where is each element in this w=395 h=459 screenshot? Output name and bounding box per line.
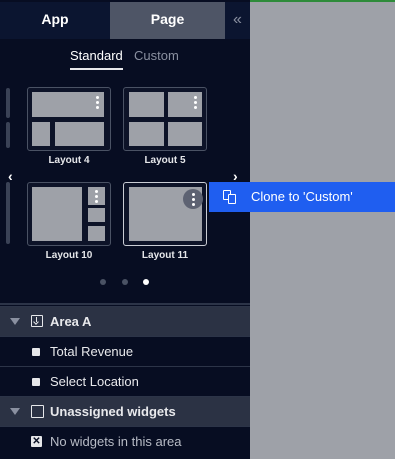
layout-card-11[interactable] — [123, 182, 207, 246]
layout-region — [32, 187, 82, 241]
page-layout-panel: App Page « Standard Custom Layout 4 Layo… — [0, 0, 250, 459]
previous-page-card-edge — [6, 122, 10, 148]
area-group-header[interactable]: Area A — [0, 306, 250, 336]
layout-label: Layout 4 — [48, 155, 90, 166]
layout-region — [88, 226, 105, 241]
widget-row[interactable]: Total Revenue — [0, 336, 250, 366]
widget-row[interactable]: Select Location — [0, 366, 250, 396]
layout-label: Layout 11 — [141, 250, 189, 261]
layout-region — [129, 122, 164, 146]
empty-area-row: ✕ No widgets in this area — [0, 426, 250, 456]
layout-card-10[interactable] — [27, 182, 111, 246]
more-options-icon[interactable] — [183, 189, 203, 209]
area-title: Area A — [50, 314, 92, 329]
layout-region — [88, 208, 105, 222]
tab-app[interactable]: App — [0, 2, 110, 39]
previous-page-card-edge — [6, 88, 10, 118]
widget-bullet-icon — [32, 348, 40, 356]
layout-region — [32, 122, 50, 146]
layout-label: Layout 10 — [45, 250, 93, 261]
subtab-standard[interactable]: Standard — [70, 48, 123, 70]
layout-label: Layout 5 — [144, 155, 186, 166]
collapse-panel-icon[interactable]: « — [225, 2, 250, 39]
checkbox-icon[interactable] — [31, 405, 44, 418]
more-options-icon[interactable] — [194, 96, 197, 111]
area-download-icon — [31, 315, 43, 327]
panel-tabs: App Page « — [0, 2, 250, 39]
unassigned-title: Unassigned widgets — [50, 404, 176, 419]
carousel-page-dot[interactable] — [122, 279, 128, 285]
caret-down-icon[interactable] — [10, 318, 20, 325]
layout-region — [32, 92, 104, 117]
more-options-icon[interactable] — [96, 96, 99, 111]
caret-down-icon[interactable] — [10, 408, 20, 415]
clone-label: Clone to 'Custom' — [251, 189, 353, 204]
carousel-page-dot[interactable] — [100, 279, 106, 285]
empty-area-text: No widgets in this area — [50, 434, 182, 449]
widget-label: Total Revenue — [50, 344, 134, 359]
unassigned-group-header[interactable]: Unassigned widgets — [0, 396, 250, 426]
subtab-custom[interactable]: Custom — [134, 48, 179, 63]
more-options-icon[interactable] — [95, 190, 98, 205]
widget-bullet-icon — [32, 378, 40, 386]
subtab-standard-label: Standard — [70, 48, 123, 63]
layout-region — [168, 122, 202, 146]
close-box-icon: ✕ — [31, 436, 42, 447]
copy-icon — [223, 190, 236, 204]
layout-card-5[interactable] — [123, 87, 207, 151]
section-divider — [0, 303, 250, 305]
carousel-page-dot-active[interactable] — [143, 279, 149, 285]
layout-type-switch: Standard Custom — [0, 48, 250, 72]
tab-page[interactable]: Page — [110, 2, 225, 39]
clone-to-custom-menu-item[interactable]: Clone to 'Custom' — [209, 182, 395, 212]
previous-page-card-edge — [6, 182, 10, 244]
layout-region — [129, 92, 164, 117]
layout-card-4[interactable] — [27, 87, 111, 151]
active-underline — [70, 68, 123, 70]
widget-label: Select Location — [50, 374, 139, 389]
carousel-prev-icon[interactable]: ‹ — [8, 168, 13, 184]
layout-region — [55, 122, 104, 146]
